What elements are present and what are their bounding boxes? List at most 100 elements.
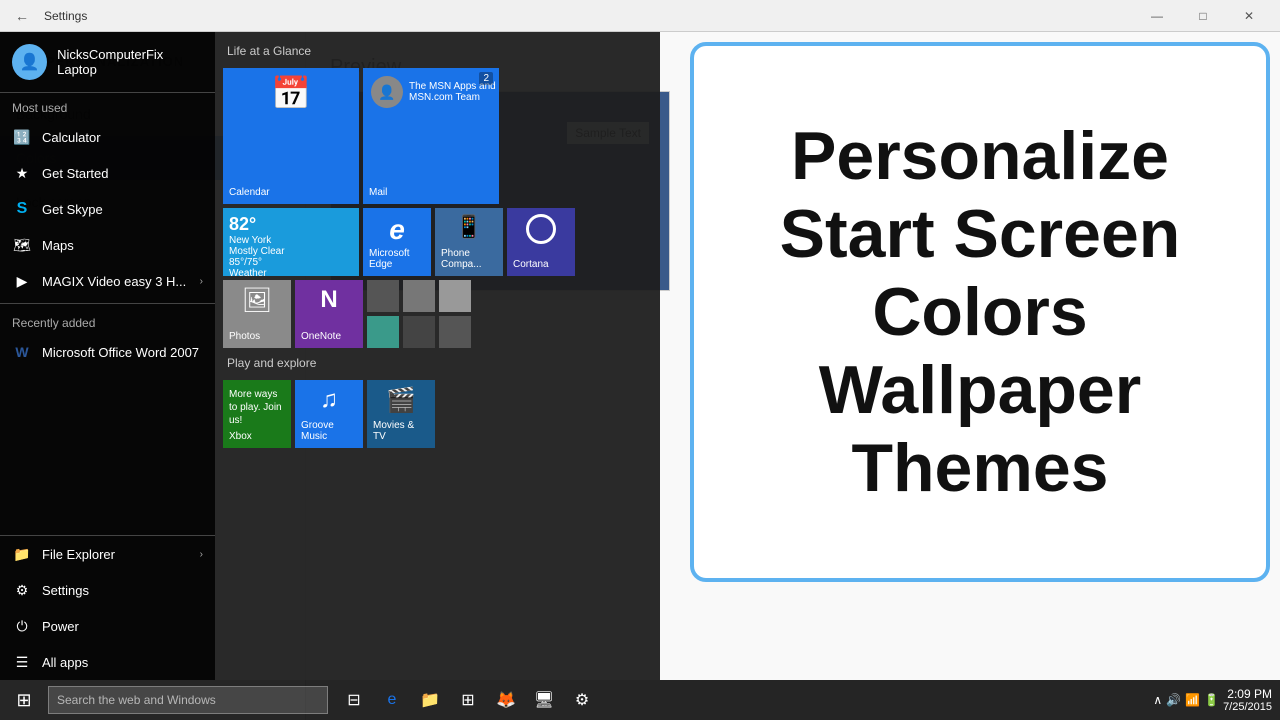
word-icon: W: [12, 342, 32, 362]
weather-label: Weather: [229, 268, 267, 276]
window-title: Settings: [44, 9, 87, 23]
app-get-started[interactable]: ★ Get Started: [0, 155, 215, 191]
tile-edge[interactable]: e Microsoft Edge: [363, 208, 431, 276]
phone-label: Phone Compa...: [441, 248, 497, 270]
file-explorer-icon: 📁: [12, 544, 32, 564]
app-magix-label: MAGIX Video easy 3 H...: [42, 274, 186, 289]
user-name: NicksComputerFix Laptop: [57, 47, 203, 77]
get-started-icon: ★: [12, 163, 32, 183]
back-button[interactable]: ←: [8, 2, 36, 30]
app-file-explorer-label: File Explorer: [42, 547, 115, 562]
play-explore-label: Play and explore: [223, 352, 652, 374]
start-menu-left: 👤 NicksComputerFix Laptop Most used 🔢 Ca…: [0, 32, 215, 680]
display-taskbar-icon[interactable]: 🖥: [526, 680, 562, 720]
start-menu: 👤 NicksComputerFix Laptop Most used 🔢 Ca…: [0, 32, 660, 680]
app-calculator-label: Calculator: [42, 130, 101, 145]
avatar-icon: 👤: [20, 52, 40, 72]
window-controls: — □ ✕: [1134, 0, 1272, 32]
volume-icon[interactable]: 🔊: [1166, 693, 1181, 707]
app-file-explorer[interactable]: 📁 File Explorer ›: [0, 536, 215, 572]
tile-onenote[interactable]: N OneNote: [295, 280, 363, 348]
user-section: 👤 NicksComputerFix Laptop: [0, 32, 215, 93]
search-placeholder: Search the web and Windows: [57, 693, 216, 707]
cortana-label: Cortana: [513, 259, 549, 270]
title-bar: ← Settings — □ ✕: [0, 0, 1280, 32]
mail-label: Mail: [369, 187, 387, 198]
swatch-dark3: [439, 280, 471, 312]
tile-groove[interactable]: ♫ Groove Music: [295, 380, 363, 448]
swatch-teal: [367, 316, 399, 348]
app-magix[interactable]: ▶ MAGIX Video easy 3 H... ›: [0, 263, 215, 299]
minimize-button[interactable]: —: [1134, 0, 1180, 32]
app-skype[interactable]: S Get Skype: [0, 191, 215, 227]
tile-photos[interactable]: 🖼 Photos: [223, 280, 291, 348]
explorer-taskbar-icon[interactable]: 📁: [412, 680, 448, 720]
taskbar-pinned-icons: ⊟ e 📁 ⊞ 🦊 🖥 ⚙: [336, 680, 600, 720]
title-bar-left: ← Settings: [8, 2, 87, 30]
tile-more-ways[interactable]: More ways to play. Join us! Xbox: [223, 380, 291, 448]
tray-expand-icon[interactable]: ∧: [1153, 693, 1162, 707]
clock-date: 7/25/2015: [1223, 701, 1272, 713]
app-settings[interactable]: ⚙ Settings: [0, 572, 215, 608]
title-bar-nav: ←: [8, 2, 36, 30]
tile-cortana[interactable]: Cortana: [507, 208, 575, 276]
tile-weather[interactable]: 82° New York Mostly Clear 85°/75° Weathe…: [223, 208, 359, 276]
battery-icon[interactable]: 🔋: [1204, 693, 1219, 707]
photos-label: Photos: [229, 331, 260, 342]
app-power-label: Power: [42, 619, 79, 634]
close-button[interactable]: ✕: [1226, 0, 1272, 32]
system-tray: ∧ 🔊 📶 🔋: [1153, 693, 1219, 707]
calendar-label: Calendar: [229, 187, 270, 198]
network-icon[interactable]: 📶: [1185, 693, 1200, 707]
chevron-right-icon: ›: [200, 276, 203, 287]
app-get-started-label: Get Started: [42, 166, 108, 181]
app-word[interactable]: W Microsoft Office Word 2007: [0, 334, 215, 370]
xbox-label: Xbox: [229, 431, 252, 442]
settings-icon: ⚙: [12, 580, 32, 600]
power-icon: ⏻: [12, 616, 32, 636]
annotation-text: PersonalizeStart ScreenColorsWallpaperTh…: [780, 117, 1181, 508]
tile-phone[interactable]: 📱 Phone Compa...: [435, 208, 503, 276]
edge-label: Microsoft Edge: [369, 248, 425, 270]
annotation-box: PersonalizeStart ScreenColorsWallpaperTh…: [690, 42, 1270, 582]
edge-taskbar-icon[interactable]: e: [374, 680, 410, 720]
most-used-label: Most used: [0, 93, 215, 119]
swatch-dark5: [439, 316, 471, 348]
start-icon: ⊞: [16, 690, 31, 711]
task-view-icon[interactable]: ⊟: [336, 680, 372, 720]
skype-icon: S: [12, 199, 32, 219]
groove-label: Groove Music: [301, 420, 357, 442]
life-at-glance-label: Life at a Glance: [223, 40, 652, 62]
taskbar: ⊞ Search the web and Windows ⊟ e 📁 ⊞ 🦊 🖥…: [0, 680, 1280, 720]
swatch-dark4: [403, 316, 435, 348]
chevron-right-icon-2: ›: [200, 549, 203, 560]
start-menu-right: Life at a Glance 📅 Calendar 👤 The MSN Ap…: [215, 32, 660, 680]
magix-icon: ▶: [12, 271, 32, 291]
app-maps[interactable]: 🗺 Maps: [0, 227, 215, 263]
app-maps-label: Maps: [42, 238, 74, 253]
firefox-taskbar-icon[interactable]: 🦊: [488, 680, 524, 720]
calculator-icon: 🔢: [12, 127, 32, 147]
tile-movies[interactable]: 🎬 Movies & TV: [367, 380, 435, 448]
start-button[interactable]: ⊞: [0, 680, 48, 720]
app-settings-label: Settings: [42, 583, 89, 598]
search-bar[interactable]: Search the web and Windows: [48, 686, 328, 714]
tile-mail[interactable]: 👤 The MSN Apps andMSN.com Team 2 Mail: [363, 68, 499, 204]
swatch-dark1: [367, 280, 399, 312]
app-calculator[interactable]: 🔢 Calculator: [0, 119, 215, 155]
divider: [0, 303, 215, 304]
bottom-items: 📁 File Explorer › ⚙ Settings ⏻ Power ☰ A…: [0, 535, 215, 680]
maps-icon: 🗺: [12, 235, 32, 255]
app-all-apps[interactable]: ☰ All apps: [0, 644, 215, 680]
app-all-apps-label: All apps: [42, 655, 88, 670]
tile-calendar[interactable]: 📅 Calendar: [223, 68, 359, 204]
recently-added-label: Recently added: [0, 308, 215, 334]
avatar: 👤: [12, 44, 47, 80]
swatch-dark2: [403, 280, 435, 312]
maximize-button[interactable]: □: [1180, 0, 1226, 32]
movies-label: Movies & TV: [373, 420, 429, 442]
app-power[interactable]: ⏻ Power: [0, 608, 215, 644]
store-taskbar-icon[interactable]: ⊞: [450, 680, 486, 720]
all-apps-icon: ☰: [12, 652, 32, 672]
gear-taskbar-icon[interactable]: ⚙: [564, 680, 600, 720]
